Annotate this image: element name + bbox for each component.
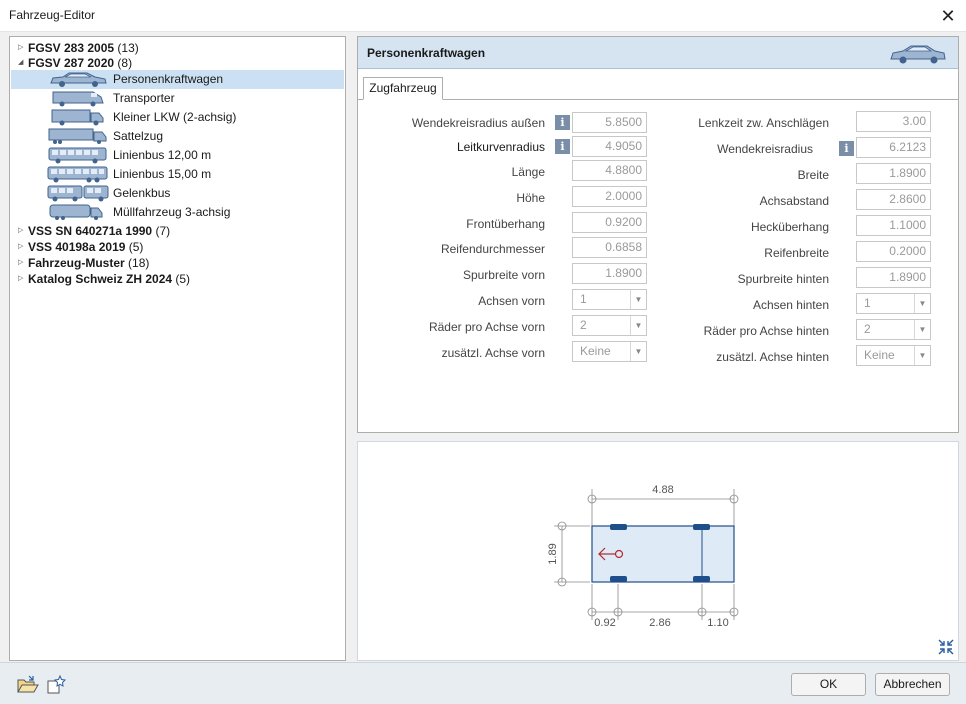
label-raeder-pro-achse-vorn: Räder pro Achse vorn [428, 320, 545, 334]
favorites-icon[interactable] [46, 675, 68, 695]
tree-group-katalog-schweiz-zh-2024[interactable]: ▷ Katalog Schweiz ZH 2024 (5) [18, 270, 190, 288]
info-icon[interactable]: i [839, 141, 854, 156]
label-wendekreisradius: Wendekreisradius [717, 142, 813, 156]
chevron-down-icon[interactable]: ▼ [914, 346, 930, 365]
length-dimension-label: 4.88 [652, 484, 673, 496]
field-heckueberhang[interactable]: 1.1000 [856, 215, 931, 236]
select-value: 2 [580, 318, 587, 332]
tree-item-kleiner-lkw[interactable]: Kleiner LKW (2-achsig) [11, 108, 344, 127]
close-icon[interactable]: ✕ [936, 4, 960, 28]
select-raeder-pro-achse-vorn[interactable]: 2 ▼ [572, 315, 647, 336]
ok-button[interactable]: OK [791, 673, 866, 696]
chevron-down-icon[interactable]: ▼ [630, 290, 646, 309]
field-laenge[interactable]: 4.8800 [572, 160, 647, 181]
label-leitkurvenradius: Leitkurvenradius [456, 140, 545, 154]
tree-item-sattelzug[interactable]: Sattelzug [11, 127, 344, 146]
bottom-bar: OK Abbrechen [0, 662, 966, 704]
label-zusaetzl-achse-hinten: zusätzl. Achse hinten [716, 350, 829, 364]
field-hoehe[interactable]: 2.0000 [572, 186, 647, 207]
open-folder-icon[interactable] [17, 675, 39, 695]
vehicle-preview: 4.88 1.89 0.92 2.86 1.10 [357, 441, 959, 661]
tab-zugfahrzeug[interactable]: Zugfahrzeug [363, 77, 443, 100]
semi-truck-icon [48, 128, 107, 144]
rear-overhang-label: 1.10 [707, 617, 728, 629]
field-spurbreite-hinten[interactable]: 1.8900 [856, 267, 931, 288]
panel-title: Personenkraftwagen [367, 46, 486, 60]
tree-item-personenkraftwagen[interactable]: Personenkraftwagen [11, 70, 344, 89]
tab-strip [358, 99, 958, 100]
title-bar: Fahrzeug-Editor ✕ [0, 0, 966, 32]
tree-item-transporter[interactable]: Transporter [11, 89, 344, 108]
label-laenge: Länge [511, 165, 545, 179]
label-raeder-pro-achse-hinten: Räder pro Achse hinten [703, 324, 829, 338]
garbage-truck-icon [49, 204, 103, 220]
wheelbase-label: 2.86 [649, 617, 670, 629]
select-value: 1 [864, 296, 871, 310]
label-wendekreisradius-aussen: Wendekreisradius außen [411, 116, 545, 130]
label-achsen-hinten: Achsen hinten [752, 298, 829, 312]
car-icon [890, 45, 946, 64]
window-title: Fahrzeug-Editor [9, 8, 96, 22]
field-achsabstand[interactable]: 2.8600 [856, 189, 931, 210]
label-spurbreite-hinten: Spurbreite hinten [737, 272, 829, 286]
select-value: Keine [580, 344, 611, 358]
cancel-button[interactable]: Abbrechen [875, 673, 950, 696]
tree-item-gelenkbus[interactable]: Gelenkbus [11, 184, 344, 203]
articulated-bus-icon [47, 185, 109, 202]
field-wendekreisradius-aussen[interactable]: 5.8500 [572, 112, 647, 133]
chevron-down-icon[interactable]: ▼ [630, 342, 646, 361]
panel-header: Personenkraftwagen [358, 37, 958, 69]
field-reifenbreite[interactable]: 0.2000 [856, 241, 931, 262]
select-value: 2 [864, 322, 871, 336]
field-breite[interactable]: 1.8900 [856, 163, 931, 184]
info-icon[interactable]: i [555, 115, 570, 130]
chevron-down-icon[interactable]: ▼ [914, 294, 930, 313]
select-achsen-vorn[interactable]: 1 ▼ [572, 289, 647, 310]
collapse-arrows-icon[interactable] [937, 638, 955, 656]
label-achsabstand: Achsabstand [759, 194, 829, 208]
label-lenkzeit: Lenkzeit zw. Anschlägen [698, 116, 829, 130]
select-raeder-pro-achse-hinten[interactable]: 2 ▼ [856, 319, 931, 340]
label-heckueberhang: Hecküberhang [750, 220, 829, 234]
tree-item-linienbus-15[interactable]: Linienbus 15,00 m [11, 165, 344, 184]
label-hoehe: Höhe [516, 191, 545, 205]
tree-item-muellfahrzeug[interactable]: Müllfahrzeug 3-achsig [11, 203, 344, 222]
car-icon [50, 72, 107, 87]
label-frontueberhang: Frontüberhang [466, 217, 545, 231]
expand-triangle-icon[interactable]: ▷ [18, 270, 28, 288]
field-reifendurchmesser[interactable]: 0.6858 [572, 237, 647, 258]
label-reifenbreite: Reifenbreite [764, 246, 829, 260]
front-overhang-label: 0.92 [594, 617, 615, 629]
bus-icon [47, 166, 108, 183]
label-breite: Breite [797, 168, 829, 182]
field-wendekreisradius[interactable]: 6.2123 [856, 137, 931, 158]
select-zusaetzl-achse-vorn[interactable]: Keine ▼ [572, 341, 647, 362]
select-value: Keine [864, 348, 895, 362]
small-truck-icon [51, 109, 104, 126]
select-value: 1 [580, 292, 587, 306]
chevron-down-icon[interactable]: ▼ [630, 316, 646, 335]
select-zusaetzl-achse-hinten[interactable]: Keine ▼ [856, 345, 931, 366]
van-icon [52, 91, 104, 107]
chevron-down-icon[interactable]: ▼ [914, 320, 930, 339]
label-achsen-vorn: Achsen vorn [478, 294, 545, 308]
label-reifendurchmesser: Reifendurchmesser [440, 242, 545, 256]
bus-icon [48, 147, 107, 164]
vehicle-diagram: 4.88 1.89 0.92 2.86 1.10 [547, 484, 739, 629]
tree-item-linienbus-12[interactable]: Linienbus 12,00 m [11, 146, 344, 165]
field-spurbreite-vorn[interactable]: 1.8900 [572, 263, 647, 284]
field-frontueberhang[interactable]: 0.9200 [572, 212, 647, 233]
properties-panel: Personenkraftwagen Zugfahrzeug Wendekrei… [357, 36, 959, 433]
info-icon[interactable]: i [555, 139, 570, 154]
label-zusaetzl-achse-vorn: zusätzl. Achse vorn [441, 346, 545, 360]
width-dimension-label: 1.89 [547, 543, 559, 564]
field-lenkzeit[interactable]: 3.00 [856, 111, 931, 132]
vehicle-tree[interactable]: ▷ FGSV 283 2005 (13) ◢ FGSV 287 2020 (8) P… [9, 36, 346, 661]
label-spurbreite-vorn: Spurbreite vorn [462, 268, 545, 282]
select-achsen-hinten[interactable]: 1 ▼ [856, 293, 931, 314]
field-leitkurvenradius[interactable]: 4.9050 [572, 136, 647, 157]
